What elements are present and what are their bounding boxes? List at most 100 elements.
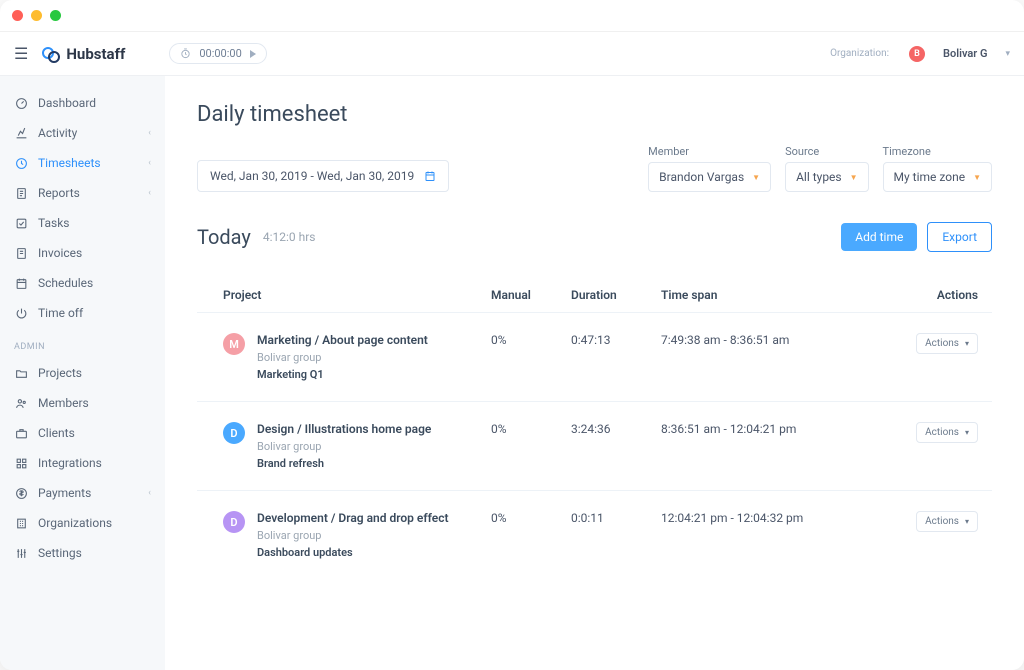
cell-manual: 0% (491, 333, 571, 347)
project-badge: D (223, 511, 245, 533)
avatar[interactable]: B (909, 46, 925, 62)
chevron-down-icon: ▾ (965, 428, 969, 437)
col-manual: Manual (491, 288, 571, 302)
chart-icon (14, 126, 28, 140)
project-task: Marketing Q1 (257, 368, 428, 381)
project-name: Design / Illustrations home page (257, 422, 431, 436)
play-icon (250, 50, 256, 58)
users-icon (14, 396, 28, 410)
sidebar-item-dashboard[interactable]: Dashboard (0, 88, 165, 118)
col-actions: Actions (898, 288, 978, 302)
filter-source-label: Source (785, 145, 868, 158)
building-icon (14, 516, 28, 530)
cell-timespan: 8:36:51 am - 12:04:21 pm (661, 422, 898, 436)
member-value: Brandon Vargas (659, 170, 744, 184)
app-window: ☰ Hubstaff 00:00:00 Organization: B Boli… (0, 0, 1024, 670)
sidebar-item-members[interactable]: Members (0, 388, 165, 418)
timer-widget[interactable]: 00:00:00 (169, 43, 266, 64)
sidebar-item-settings[interactable]: Settings (0, 538, 165, 568)
sidebar-item-timesheets[interactable]: Timesheets ‹ (0, 148, 165, 178)
timezone-value: My time zone (894, 170, 966, 184)
invoice-icon (14, 246, 28, 260)
chevron-down-icon[interactable]: ▾ (1005, 49, 1010, 59)
sidebar-item-label: Organizations (38, 516, 112, 530)
sidebar-item-label: Schedules (38, 276, 93, 290)
caret-down-icon: ▼ (850, 173, 858, 182)
sidebar-item-tasks[interactable]: Tasks (0, 208, 165, 238)
export-button[interactable]: Export (927, 222, 992, 252)
minimize-icon[interactable] (31, 10, 42, 21)
date-range-picker[interactable]: Wed, Jan 30, 2019 - Wed, Jan 30, 2019 (197, 160, 449, 192)
cell-timespan: 7:49:38 am - 8:36:51 am (661, 333, 898, 347)
actions-dropdown[interactable]: Actions ▾ (916, 333, 978, 354)
window-titlebar (0, 0, 1024, 32)
filter-timezone-label: Timezone (883, 145, 992, 158)
close-icon[interactable] (12, 10, 23, 21)
actions-dropdown[interactable]: Actions ▾ (916, 511, 978, 532)
chevron-left-icon: ‹ (148, 158, 151, 168)
sidebar-item-integrations[interactable]: Integrations (0, 448, 165, 478)
sliders-icon (14, 546, 28, 560)
maximize-icon[interactable] (50, 10, 61, 21)
sidebar-item-label: Projects (38, 366, 82, 380)
table-body: M Marketing / About page content Bolivar… (197, 313, 992, 579)
power-icon (14, 306, 28, 320)
col-span: Time span (661, 288, 898, 302)
sidebar-item-label: Dashboard (38, 96, 96, 110)
filter-member-label: Member (648, 145, 771, 158)
project-group: Bolivar group (257, 351, 428, 364)
filter-row: Wed, Jan 30, 2019 - Wed, Jan 30, 2019 Me… (197, 145, 992, 192)
file-icon (14, 186, 28, 200)
sidebar-item-schedules[interactable]: Schedules (0, 268, 165, 298)
chevron-left-icon: ‹ (148, 128, 151, 138)
project-group: Bolivar group (257, 440, 431, 453)
add-time-button[interactable]: Add time (841, 223, 917, 251)
clock-icon (14, 156, 28, 170)
org-name[interactable]: Bolivar G (943, 47, 987, 60)
table-row: D Design / Illustrations home page Boliv… (197, 402, 992, 491)
sidebar-section-admin: ADMIN (0, 328, 165, 358)
sidebar-item-invoices[interactable]: Invoices (0, 238, 165, 268)
table-row: D Development / Drag and drop effect Bol… (197, 491, 992, 579)
project-badge: M (223, 333, 245, 355)
calendar-icon (14, 276, 28, 290)
member-select[interactable]: Brandon Vargas ▼ (648, 162, 771, 192)
actions-dropdown[interactable]: Actions ▾ (916, 422, 978, 443)
table-row: M Marketing / About page content Bolivar… (197, 313, 992, 402)
sidebar-item-projects[interactable]: Projects (0, 358, 165, 388)
grid-icon (14, 456, 28, 470)
sidebar-item-organizations[interactable]: Organizations (0, 508, 165, 538)
timezone-select[interactable]: My time zone ▼ (883, 162, 992, 192)
sidebar-item-clients[interactable]: Clients (0, 418, 165, 448)
main-content: Daily timesheet Wed, Jan 30, 2019 - Wed,… (165, 76, 1024, 670)
project-task: Brand refresh (257, 457, 431, 470)
calendar-icon (424, 170, 436, 182)
sidebar-item-timeoff[interactable]: Time off (0, 298, 165, 328)
project-name: Marketing / About page content (257, 333, 428, 347)
chevron-left-icon: ‹ (148, 188, 151, 198)
project-name: Development / Drag and drop effect (257, 511, 449, 525)
source-value: All types (796, 170, 842, 184)
sidebar-item-label: Activity (38, 126, 77, 140)
timer-value: 00:00:00 (199, 47, 241, 60)
page-title: Daily timesheet (197, 102, 992, 127)
project-badge: D (223, 422, 245, 444)
table-header: Project Manual Duration Time span Action… (197, 278, 992, 313)
menu-icon[interactable]: ☰ (14, 44, 28, 63)
sidebar: Dashboard Activity ‹ Timesheets ‹ Report… (0, 76, 165, 670)
chevron-left-icon: ‹ (148, 488, 151, 498)
brand-logo[interactable]: Hubstaff (42, 45, 125, 63)
source-select[interactable]: All types ▼ (785, 162, 868, 192)
today-row: Today 4:12:0 hrs Add time Export (197, 222, 992, 252)
logo-icon (42, 45, 60, 63)
cell-duration: 0:0:11 (571, 511, 661, 525)
sidebar-item-label: Time off (38, 306, 83, 320)
folder-icon (14, 366, 28, 380)
cell-timespan: 12:04:21 pm - 12:04:32 pm (661, 511, 898, 525)
sidebar-item-activity[interactable]: Activity ‹ (0, 118, 165, 148)
sidebar-item-reports[interactable]: Reports ‹ (0, 178, 165, 208)
col-duration: Duration (571, 288, 661, 302)
brand-name: Hubstaff (66, 45, 125, 63)
sidebar-item-payments[interactable]: Payments ‹ (0, 478, 165, 508)
sidebar-item-label: Clients (38, 426, 75, 440)
